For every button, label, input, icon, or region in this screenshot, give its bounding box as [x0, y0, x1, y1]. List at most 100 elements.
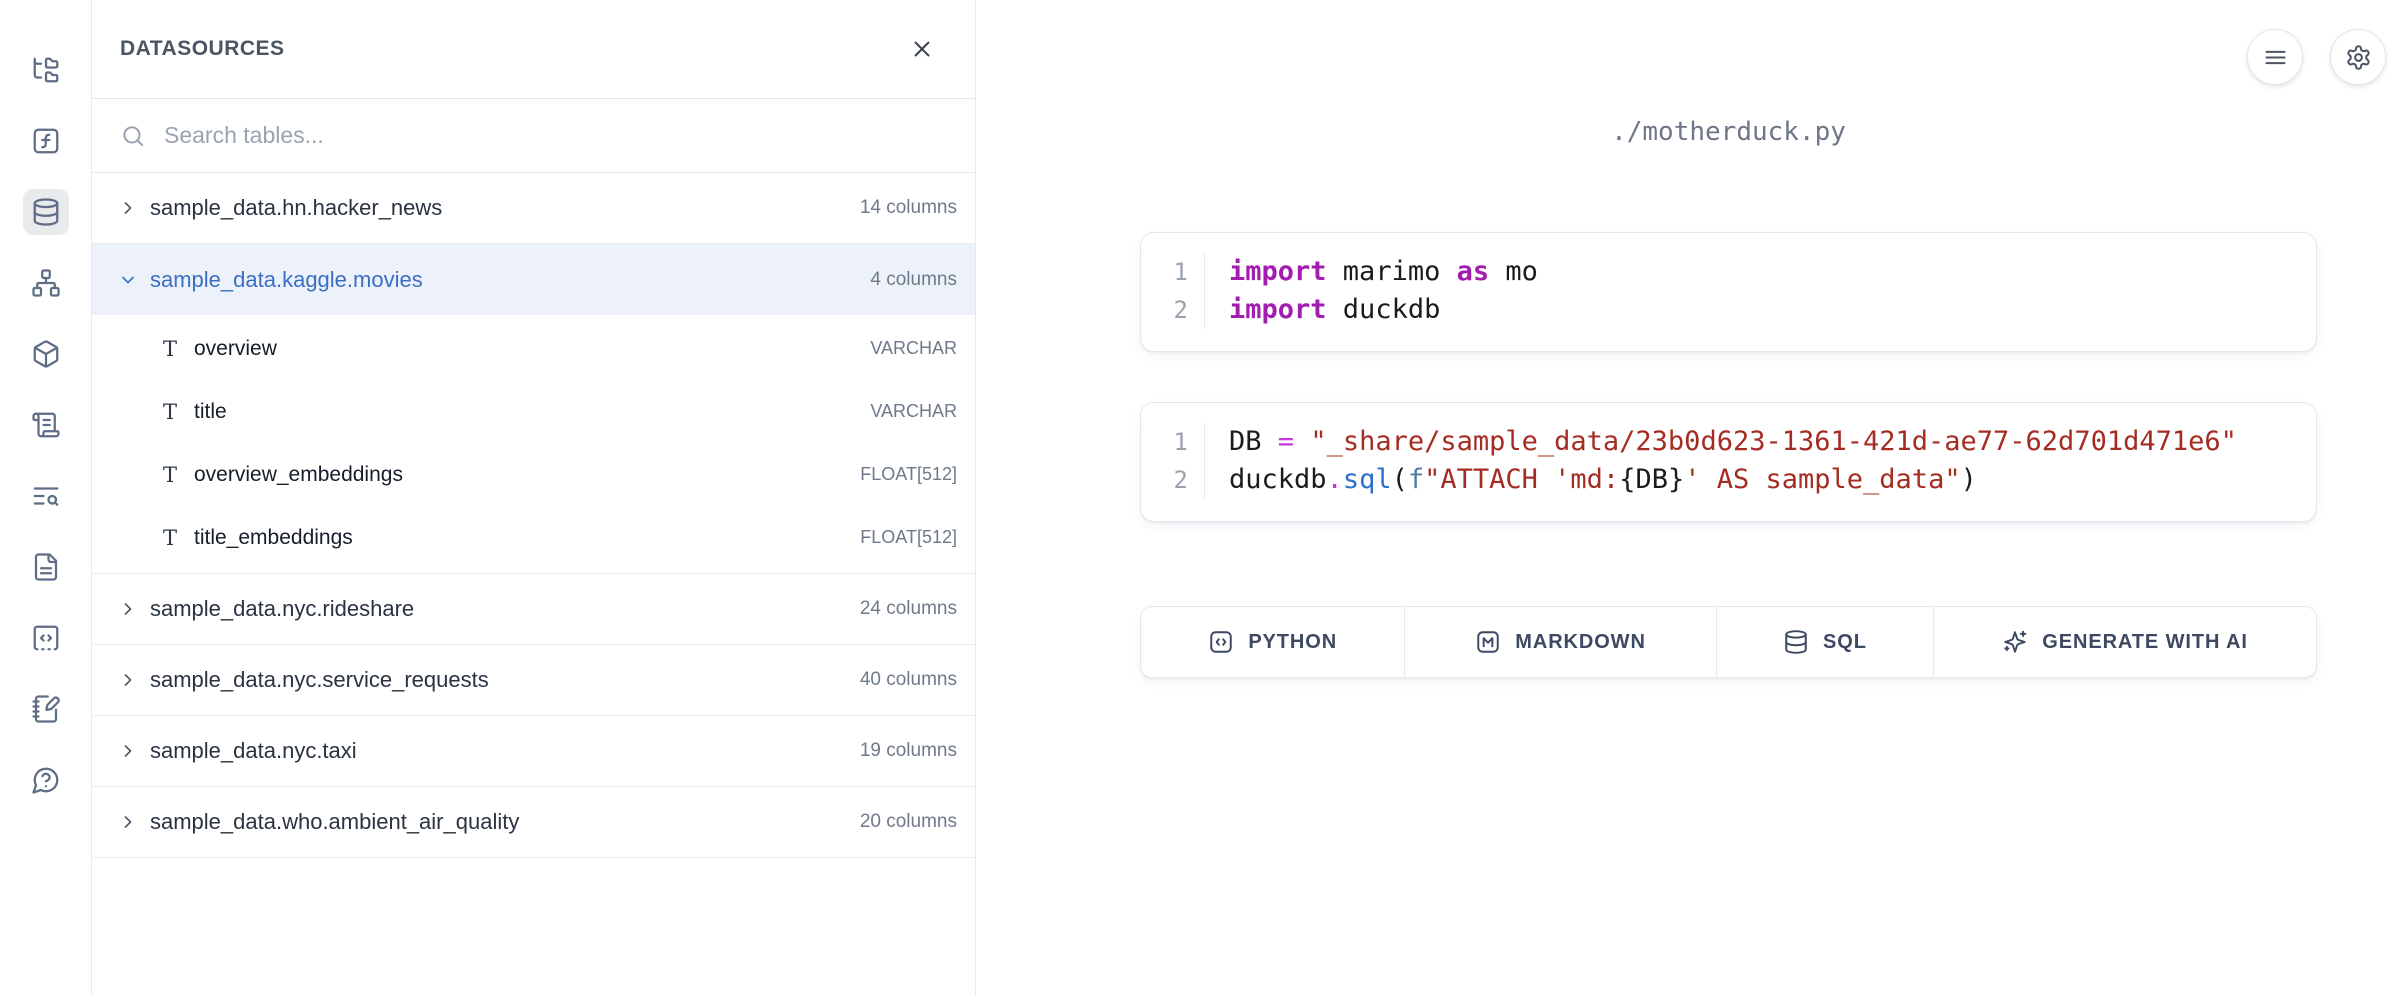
panel-title: DATASOURCES — [120, 37, 285, 61]
add-button-label: MARKDOWN — [1515, 631, 1646, 654]
gear-icon — [2345, 44, 2372, 71]
add-button-label: SQL — [1823, 631, 1867, 654]
table-columns-count: 40 columns — [860, 669, 957, 691]
search-icon — [120, 123, 146, 149]
type-text-icon: T — [158, 400, 182, 424]
column-name: title — [194, 400, 870, 424]
sidebar-item-logs[interactable] — [23, 402, 69, 448]
activity-bar — [0, 0, 92, 996]
box-icon — [31, 339, 61, 369]
network-icon — [31, 268, 61, 298]
type-text-icon: T — [158, 526, 182, 550]
column-type: VARCHAR — [870, 401, 957, 422]
datasources-panel: DATASOURCES sample_data.hn.hacker_news 1… — [92, 0, 976, 996]
line-numbers: 12 — [1141, 423, 1205, 499]
sidebar-item-datasources[interactable] — [23, 189, 69, 235]
code-cell[interactable]: 12 import marimo as moimport duckdb — [1140, 232, 2317, 352]
table-row[interactable]: sample_data.nyc.service_requests 40 colu… — [92, 645, 975, 716]
database-icon — [1783, 629, 1809, 655]
file-text-icon — [31, 552, 61, 582]
top-actions — [2247, 29, 2386, 85]
add-markdown-cell-button[interactable]: MARKDOWN — [1405, 607, 1716, 677]
column-type: VARCHAR — [870, 338, 957, 359]
table-name: sample_data.nyc.rideshare — [150, 596, 860, 622]
chevron-right-icon — [118, 670, 138, 690]
sparkles-icon — [2002, 629, 2028, 655]
notebook-pen-icon — [31, 694, 61, 724]
column-row[interactable]: T overview_embeddings FLOAT[512] — [92, 443, 975, 506]
chevron-right-icon — [118, 741, 138, 761]
notebook-menu-button[interactable] — [2247, 29, 2303, 85]
chevron-down-icon — [118, 270, 138, 290]
database-icon — [31, 197, 61, 227]
sidebar-item-outline[interactable] — [23, 544, 69, 590]
column-row[interactable]: T title_embeddings FLOAT[512] — [92, 506, 975, 569]
function-square-icon — [31, 126, 61, 156]
table-row[interactable]: sample_data.who.ambient_air_quality 20 c… — [92, 787, 975, 858]
sidebar-item-scratchpad[interactable] — [23, 686, 69, 732]
chevron-right-icon — [118, 812, 138, 832]
column-type: FLOAT[512] — [860, 527, 957, 548]
table-columns-count: 14 columns — [860, 197, 957, 219]
table-columns-count: 19 columns — [860, 740, 957, 762]
table-row-selected[interactable]: sample_data.kaggle.movies 4 columns — [92, 244, 975, 315]
table-name: sample_data.who.ambient_air_quality — [150, 809, 860, 835]
type-text-icon: T — [158, 337, 182, 361]
table-columns-count: 24 columns — [860, 598, 957, 620]
column-row[interactable]: T overview VARCHAR — [92, 317, 975, 380]
sidebar-item-help[interactable] — [23, 757, 69, 803]
square-dashed-code-icon — [31, 623, 61, 653]
table-row[interactable]: sample_data.nyc.rideshare 24 columns — [92, 574, 975, 645]
table-columns-count: 20 columns — [860, 811, 957, 833]
add-button-label: GENERATE WITH AI — [2042, 631, 2248, 654]
sidebar-item-dependencies[interactable] — [23, 260, 69, 306]
sidebar-item-snippets[interactable] — [23, 615, 69, 661]
message-question-icon — [31, 765, 61, 795]
app: DATASOURCES sample_data.hn.hacker_news 1… — [0, 0, 2399, 996]
table-row[interactable]: sample_data.hn.hacker_news 14 columns — [92, 173, 975, 244]
type-text-icon: T — [158, 463, 182, 487]
markdown-icon — [1475, 629, 1501, 655]
column-type: FLOAT[512] — [860, 464, 957, 485]
column-name: overview — [194, 337, 870, 361]
scroll-text-icon — [31, 410, 61, 440]
panel-header: DATASOURCES — [92, 0, 975, 99]
table-name: sample_data.kaggle.movies — [150, 267, 870, 293]
columns-block: T overview VARCHAR T title VARCHAR T ove… — [92, 315, 975, 574]
table-name: sample_data.nyc.taxi — [150, 738, 860, 764]
close-icon — [909, 36, 935, 62]
close-panel-button[interactable] — [901, 28, 943, 70]
sidebar-item-packages[interactable] — [23, 331, 69, 377]
code-square-icon — [1208, 629, 1234, 655]
notebook-area: ./motherduck.py 12 import marimo as moim… — [976, 0, 2399, 996]
code-lines: DB = "_share/sample_data/23b0d623-1361-4… — [1205, 423, 2292, 499]
code-cell[interactable]: 12 DB = "_share/sample_data/23b0d623-136… — [1140, 402, 2317, 522]
chevron-right-icon — [118, 599, 138, 619]
table-row[interactable]: sample_data.nyc.taxi 19 columns — [92, 716, 975, 787]
sidebar-item-documentation[interactable] — [23, 473, 69, 519]
generate-with-ai-button[interactable]: GENERATE WITH AI — [1934, 607, 2316, 677]
line-numbers: 12 — [1141, 253, 1205, 329]
column-row[interactable]: T title VARCHAR — [92, 380, 975, 443]
table-name: sample_data.hn.hacker_news — [150, 195, 860, 221]
add-sql-cell-button[interactable]: SQL — [1717, 607, 1934, 677]
add-cell-toolbar: PYTHON MARKDOWN SQL GENERATE WITH AI — [1140, 606, 2317, 678]
add-button-label: PYTHON — [1248, 631, 1337, 654]
folder-tree-icon — [31, 55, 61, 85]
search-input[interactable] — [164, 122, 947, 149]
settings-button[interactable] — [2330, 29, 2386, 85]
code-lines: import marimo as moimport duckdb — [1205, 253, 2292, 329]
column-name: title_embeddings — [194, 526, 860, 550]
sidebar-item-file-explorer[interactable] — [23, 47, 69, 93]
text-search-icon — [31, 481, 61, 511]
tables-list: sample_data.hn.hacker_news 14 columns sa… — [92, 173, 975, 996]
notebook-filename: ./motherduck.py — [1140, 112, 2317, 152]
column-name: overview_embeddings — [194, 463, 860, 487]
add-python-cell-button[interactable]: PYTHON — [1141, 607, 1405, 677]
sidebar-item-variables[interactable] — [23, 118, 69, 164]
table-columns-count: 4 columns — [870, 269, 957, 291]
chevron-right-icon — [118, 198, 138, 218]
table-name: sample_data.nyc.service_requests — [150, 667, 860, 693]
editor-column: ./motherduck.py 12 import marimo as moim… — [1140, 0, 2317, 678]
menu-icon — [2262, 44, 2289, 71]
